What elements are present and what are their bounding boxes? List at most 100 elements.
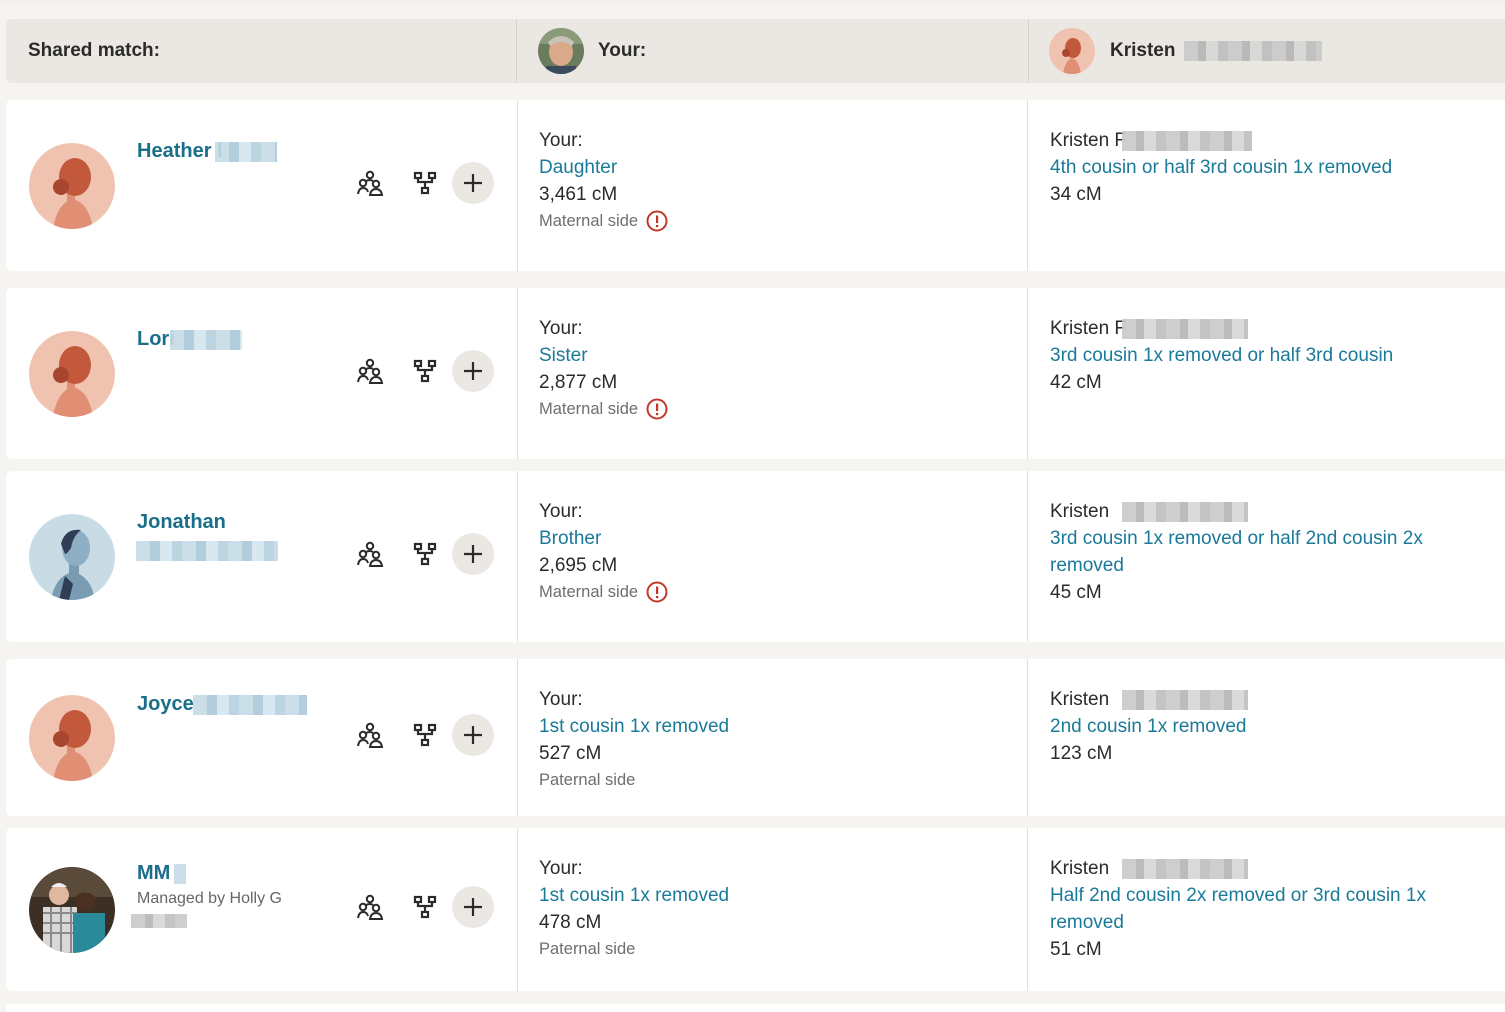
side-label: Paternal side (539, 940, 636, 958)
plus-icon (464, 174, 482, 192)
shared-matches-icon[interactable] (354, 355, 386, 387)
your-header-label: Your: (598, 40, 647, 61)
your-label: Your: (539, 858, 583, 879)
column-divider (517, 100, 518, 271)
add-button[interactable] (452, 162, 494, 204)
side-label: Paternal side (539, 771, 636, 789)
shared-match-row: MM Your: 1st cousin 1x removed 478 cM Pa… (6, 828, 1505, 991)
your-cm: 478 cM (539, 912, 602, 933)
kristen-relationship-link[interactable]: 4th cousin or half 3rd cousin 1x removed (1050, 154, 1490, 181)
column-divider (517, 659, 518, 816)
your-relationship-block: Your: Brother 2,695 cM Maternal side (539, 498, 668, 605)
your-relationship-block: Your: Sister 2,877 cM Maternal side (539, 315, 668, 422)
your-relationship-link[interactable]: Sister (539, 342, 668, 369)
kristen-relationship-block: Kristen F 3rd cousin 1x removed or half … (1050, 315, 1490, 396)
family-tree-icon[interactable] (409, 891, 441, 923)
add-button[interactable] (452, 886, 494, 928)
your-relationship-link[interactable]: Brother (539, 525, 668, 552)
plus-icon (464, 898, 482, 916)
family-tree-icon[interactable] (409, 538, 441, 570)
match-name[interactable]: Heather I (137, 140, 223, 163)
family-tree-icon[interactable] (409, 355, 441, 387)
plus-icon (464, 726, 482, 744)
your-label: Your: (539, 318, 583, 339)
kristen-label: Kristen F (1050, 318, 1127, 339)
shared-matches-icon[interactable] (354, 538, 386, 570)
your-cm: 3,461 cM (539, 184, 618, 205)
match-name[interactable]: Jonathan (137, 511, 226, 534)
kristen-label: Kristen (1050, 501, 1110, 522)
kristen-relationship-link[interactable]: 3rd cousin 1x removed or half 3rd cousin (1050, 342, 1490, 369)
kristen-avatar (1049, 28, 1095, 74)
shared-match-header-label: Shared match: (28, 40, 160, 61)
kristen-relationship-link[interactable]: 3rd cousin 1x removed or half 2nd cousin… (1050, 525, 1490, 579)
comparison-header: Shared match: Your: Kristen (6, 19, 1505, 83)
kristen-label: Kristen (1050, 858, 1110, 879)
redacted-surname (174, 864, 186, 884)
alert-icon[interactable] (646, 398, 668, 420)
redacted-surname (170, 330, 242, 350)
column-divider (1027, 659, 1028, 816)
your-relationship-block: Your: 1st cousin 1x removed 478 cM Pater… (539, 855, 729, 962)
kristen-cm: 34 cM (1050, 184, 1102, 205)
kristen-label: Kristen F (1050, 130, 1127, 151)
shared-match-row: Joyce Your: 1st cousin 1x removed 527 cM… (6, 659, 1505, 816)
add-button[interactable] (452, 350, 494, 392)
add-button[interactable] (452, 714, 494, 756)
kristen-relationship-link[interactable]: Half 2nd cousin 2x removed or 3rd cousin… (1050, 882, 1490, 936)
column-divider (1027, 828, 1028, 991)
your-relationship-link[interactable]: 1st cousin 1x removed (539, 882, 729, 909)
your-relationship-block: Your: 1st cousin 1x removed 527 cM Pater… (539, 686, 729, 793)
kristen-relationship-block: Kristen F 4th cousin or half 3rd cousin … (1050, 127, 1490, 208)
your-cm: 2,877 cM (539, 372, 618, 393)
side-label: Maternal side (539, 208, 668, 234)
your-relationship-link[interactable]: 1st cousin 1x removed (539, 713, 729, 740)
kristen-cm: 51 cM (1050, 939, 1102, 960)
alert-icon[interactable] (646, 210, 668, 232)
kristen-relationship-link[interactable]: 2nd cousin 1x removed (1050, 713, 1490, 740)
kristen-header-label: Kristen (1110, 40, 1176, 61)
top-border (0, 0, 1505, 6)
managed-by-label: Managed by Holly G (137, 890, 282, 907)
shared-match-row: Jonathan Your: Brother 2,695 cM Maternal… (6, 471, 1505, 642)
your-relationship-block: Your: Daughter 3,461 cM Maternal side (539, 127, 668, 234)
shared-matches-icon[interactable] (354, 891, 386, 923)
column-divider (517, 288, 518, 459)
match-avatar[interactable] (29, 331, 115, 417)
redacted-surname (1184, 41, 1322, 61)
family-tree-icon[interactable] (409, 719, 441, 751)
kristen-cm: 42 cM (1050, 372, 1102, 393)
add-button[interactable] (452, 533, 494, 575)
match-name[interactable]: MM (137, 862, 170, 885)
side-label: Maternal side (539, 579, 668, 605)
match-name[interactable]: Joyce (137, 693, 194, 716)
match-avatar[interactable] (29, 867, 115, 953)
column-divider (1028, 19, 1029, 83)
redacted-manager-surname (131, 914, 187, 928)
your-label: Your: (539, 130, 583, 151)
match-avatar[interactable] (29, 514, 115, 600)
your-relationship-link[interactable]: Daughter (539, 154, 668, 181)
kristen-label: Kristen (1050, 689, 1110, 710)
your-label: Your: (539, 689, 583, 710)
column-divider (517, 471, 518, 642)
column-divider (1027, 100, 1028, 271)
shared-matches-icon[interactable] (354, 719, 386, 751)
kristen-relationship-block: Kristen 2nd cousin 1x removed 123 cM (1050, 686, 1490, 767)
family-tree-icon[interactable] (409, 167, 441, 199)
shared-matches-icon[interactable] (354, 167, 386, 199)
column-divider (517, 828, 518, 991)
match-avatar[interactable] (29, 143, 115, 229)
redacted-surname (1122, 859, 1248, 879)
match-avatar[interactable] (29, 695, 115, 781)
your-cm: 2,695 cM (539, 555, 618, 576)
column-divider (1027, 288, 1028, 459)
next-card-partial (6, 1004, 1505, 1012)
redacted-surname (193, 695, 307, 715)
column-divider (516, 19, 517, 83)
alert-icon[interactable] (646, 581, 668, 603)
kristen-relationship-block: Kristen 3rd cousin 1x removed or half 2n… (1050, 498, 1490, 606)
your-avatar (538, 28, 584, 74)
plus-icon (464, 362, 482, 380)
redacted-surname (215, 142, 277, 162)
